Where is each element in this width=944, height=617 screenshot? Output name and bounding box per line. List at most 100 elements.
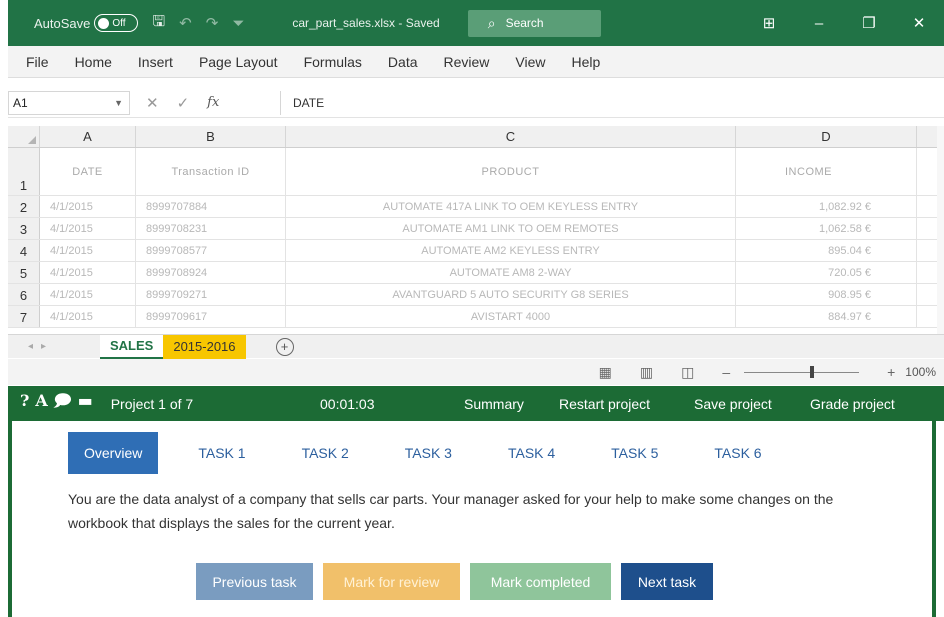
cell-a6[interactable]: 4/1/2015 [40, 284, 136, 305]
menu-file[interactable]: File [26, 54, 49, 70]
cell-a7[interactable]: 4/1/2015 [40, 306, 136, 327]
zoom-out-icon[interactable]: – [722, 364, 730, 380]
next-task-button[interactable]: Next task [621, 563, 713, 600]
cancel-icon[interactable]: ✕ [146, 94, 159, 112]
cell-c5[interactable]: AUTOMATE AM8 2-WAY [286, 262, 736, 283]
cell-b7[interactable]: 8999709617 [136, 306, 286, 327]
enter-icon[interactable]: ✓ [177, 94, 190, 112]
column-header-a[interactable]: A [40, 126, 136, 147]
menu-insert[interactable]: Insert [138, 54, 173, 70]
cell-d4[interactable]: 895.04 € [736, 240, 917, 261]
restart-project-button[interactable]: Restart project [559, 396, 650, 412]
autosave-toggle[interactable]: Off [94, 14, 139, 32]
tab-task-1[interactable]: TASK 1 [182, 432, 261, 474]
row-header[interactable]: 2 [8, 196, 40, 217]
cell-e3[interactable] [917, 218, 937, 239]
cell-b2[interactable]: 8999707884 [136, 196, 286, 217]
search-box[interactable]: ⌕ Search [467, 9, 601, 37]
cell-b4[interactable]: 8999708577 [136, 240, 286, 261]
previous-task-button[interactable]: Previous task [196, 563, 313, 600]
cell-a5[interactable]: 4/1/2015 [40, 262, 136, 283]
menu-view[interactable]: View [515, 54, 545, 70]
menu-help[interactable]: Help [572, 54, 601, 70]
sheet-tab-sales[interactable]: SALES [100, 334, 164, 359]
vertical-scrollbar[interactable] [937, 126, 944, 336]
mark-completed-button[interactable]: Mark completed [470, 563, 611, 600]
cell-b1[interactable]: Transaction ID [136, 148, 286, 195]
customize-qat-icon[interactable]: ⏷ [232, 15, 244, 32]
column-header-d[interactable]: D [736, 126, 917, 147]
redo-icon[interactable]: ↷ [206, 14, 219, 32]
menu-home[interactable]: Home [75, 54, 112, 70]
cell-e2[interactable] [917, 196, 937, 217]
cell-c1[interactable]: PRODUCT [286, 148, 736, 195]
menu-page-layout[interactable]: Page Layout [199, 54, 278, 70]
cell-c6[interactable]: AVANTGUARD 5 AUTO SECURITY G8 SERIES [286, 284, 736, 305]
cell-a3[interactable]: 4/1/2015 [40, 218, 136, 239]
row-header[interactable]: 5 [8, 262, 40, 283]
sheet-nav-arrows[interactable]: ◂▸ [8, 341, 100, 352]
row-header[interactable]: 3 [8, 218, 40, 239]
cell-a4[interactable]: 4/1/2015 [40, 240, 136, 261]
cell-d6[interactable]: 908.95 € [736, 284, 917, 305]
row-header[interactable]: 4 [8, 240, 40, 261]
tab-task-4[interactable]: TASK 4 [492, 432, 571, 474]
tab-overview[interactable]: Overview [68, 432, 159, 474]
cell-e1[interactable] [917, 148, 937, 195]
cell-d7[interactable]: 884.97 € [736, 306, 917, 327]
restore-icon[interactable]: ❐ [844, 14, 894, 32]
minimize-icon[interactable]: – [794, 15, 844, 32]
select-all-corner[interactable] [8, 126, 40, 147]
summary-button[interactable]: Summary [464, 396, 524, 412]
sheet-tab-2015-2016[interactable]: 2015-2016 [163, 334, 246, 359]
cell-e7[interactable] [917, 306, 937, 327]
page-break-view-icon[interactable]: ◫ [681, 364, 694, 381]
cell-c3[interactable]: AUTOMATE AM1 LINK TO OEM REMOTES [286, 218, 736, 239]
mark-for-review-button[interactable]: Mark for review [323, 563, 460, 600]
cell-b6[interactable]: 8999709271 [136, 284, 286, 305]
cell-e6[interactable] [917, 284, 937, 305]
cell-e4[interactable] [917, 240, 937, 261]
formula-input[interactable]: DATE [280, 90, 944, 115]
cell-d2[interactable]: 1,082.92 € [736, 196, 917, 217]
menu-review[interactable]: Review [444, 54, 490, 70]
name-box[interactable]: A1 ▼ [8, 90, 130, 115]
undo-icon[interactable]: ↶ [179, 14, 192, 32]
tab-task-3[interactable]: TASK 3 [389, 432, 468, 474]
file-name[interactable]: car_part_sales.xlsx - Saved [292, 16, 439, 30]
cell-e5[interactable] [917, 262, 937, 283]
column-header-c[interactable]: C [286, 126, 736, 147]
menu-formulas[interactable]: Formulas [304, 54, 362, 70]
window-icon[interactable]: ▬ [78, 391, 99, 410]
tab-task-5[interactable]: TASK 5 [595, 432, 674, 474]
cell-b3[interactable]: 8999708231 [136, 218, 286, 239]
text-size-icon[interactable]: A [35, 391, 53, 410]
cell-d1[interactable]: INCOME [736, 148, 917, 195]
column-header-b[interactable]: B [136, 126, 286, 147]
cell-a2[interactable]: 4/1/2015 [40, 196, 136, 217]
zoom-slider[interactable] [744, 365, 860, 378]
zoom-slider-thumb[interactable] [810, 365, 815, 378]
cell-c4[interactable]: AUTOMATE AM2 KEYLESS ENTRY [286, 240, 736, 261]
save-icon[interactable]: 🖫 [152, 11, 165, 36]
save-project-button[interactable]: Save project [694, 396, 772, 412]
cell-d5[interactable]: 720.05 € [736, 262, 917, 283]
ribbon-display-icon[interactable]: ⊞ [744, 14, 794, 32]
zoom-level[interactable]: 100% [905, 365, 936, 379]
tab-task-2[interactable]: TASK 2 [286, 432, 365, 474]
add-sheet-icon[interactable]: + [275, 337, 294, 356]
row-header[interactable]: 6 [8, 284, 40, 305]
column-header-e[interactable] [917, 126, 937, 147]
cell-a1[interactable]: DATE [40, 148, 136, 195]
help-icon[interactable]: ? [20, 391, 35, 410]
page-layout-view-icon[interactable]: ▥ [640, 364, 653, 381]
menu-data[interactable]: Data [388, 54, 418, 70]
insert-function-icon[interactable]: fx [207, 95, 219, 110]
grade-project-button[interactable]: Grade project [810, 396, 895, 412]
chevron-down-icon[interactable]: ▼ [114, 98, 123, 108]
comment-icon[interactable]: 🗩 [54, 391, 78, 410]
tab-task-6[interactable]: TASK 6 [698, 432, 777, 474]
row-header[interactable]: 7 [8, 306, 40, 327]
cell-c2[interactable]: AUTOMATE 417A LINK TO OEM KEYLESS ENTRY [286, 196, 736, 217]
cell-b5[interactable]: 8999708924 [136, 262, 286, 283]
